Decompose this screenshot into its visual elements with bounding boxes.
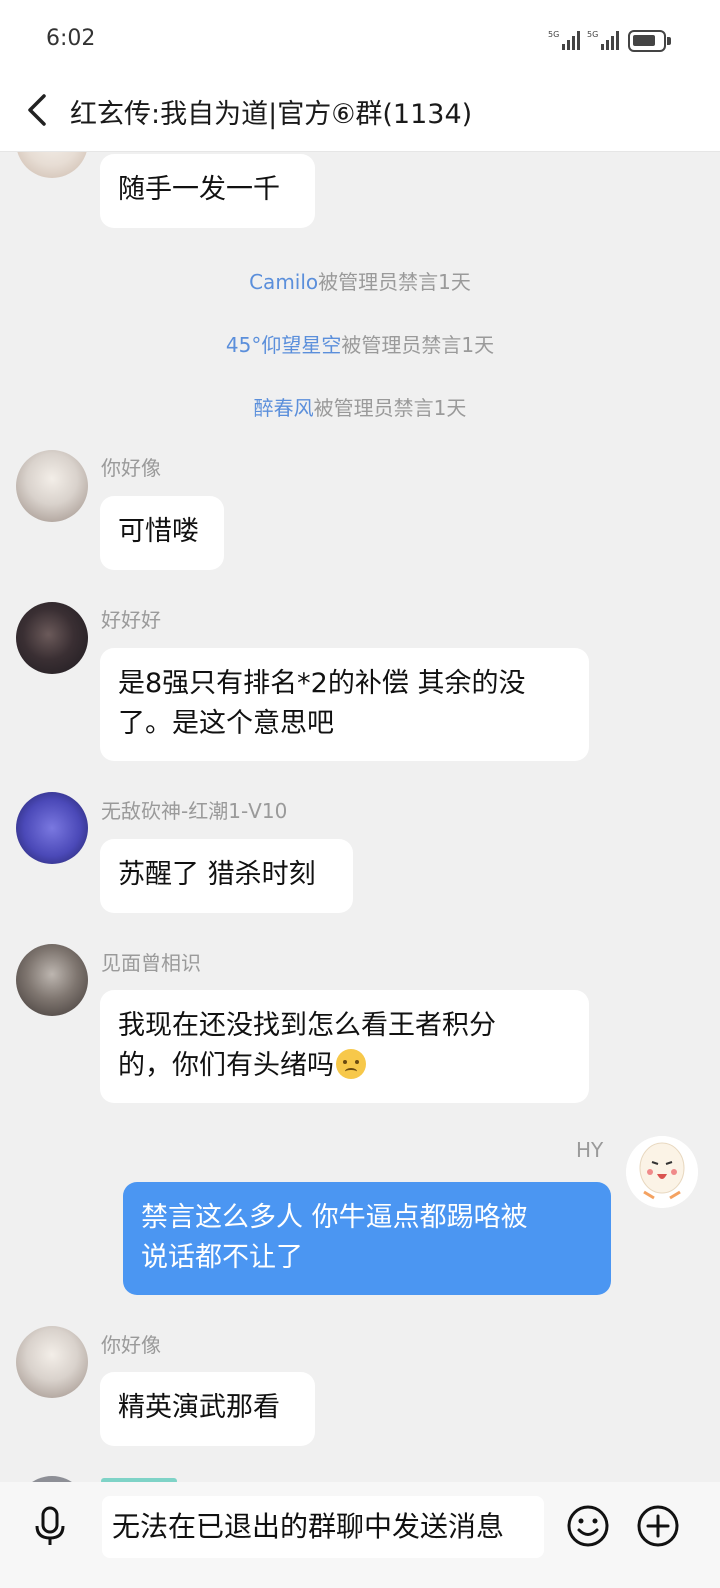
message-text: 的，你们有头绪吗 [118,1050,334,1081]
message-text-line: 说话都不让了 [141,1242,303,1273]
system-notice: 45°仰望星空被管理员禁言1天 [0,329,720,358]
status-bar: 6:02 5G 5G [0,0,720,78]
sender-name[interactable]: 好好好 [101,604,161,633]
signal-icon-2: 5G [587,30,619,50]
sender-name[interactable]: 见面曾相识 [101,947,201,976]
message-text: 精英演武那看 [118,1392,280,1423]
battery-icon [628,30,671,52]
message-text-line: 是8强只有排名*2的补偿 其余的没 [118,668,526,699]
system-notice: Camilo被管理员禁言1天 [0,266,720,295]
avatar[interactable] [16,944,88,1016]
clock: 6:02 [46,26,96,51]
message-bubble[interactable]: 可惜喽 [100,496,224,570]
avatar[interactable] [16,450,88,522]
back-arrow-icon[interactable] [18,90,58,130]
message-bubble-own[interactable]: 禁言这么多人 你牛逼点都踢咯被 说话都不让了 [123,1182,611,1295]
message-text-line: 我现在还没找到怎么看王者积分 [118,1010,496,1041]
message-text-line: 禁言这么多人 你牛逼点都踢咯被 [141,1202,528,1233]
sender-name[interactable]: 无敌砍神-红潮1-V10 [101,795,287,824]
group-title: 红玄传:我自为道|官方⑥群(1134) [70,99,473,130]
chat-header: 红玄传:我自为道|官方⑥群(1134) [0,78,720,152]
muted-user-name[interactable]: 45°仰望星空 [226,333,341,357]
message-list[interactable]: 随手一发一千 Camilo被管理员禁言1天 45°仰望星空被管理员禁言1天 醉春… [0,152,720,1482]
sender-name[interactable]: 你好像 [101,452,161,481]
sender-name[interactable]: 你好像 [101,1329,161,1358]
avatar[interactable] [16,152,88,178]
smiley-icon[interactable] [566,1504,610,1548]
avatar[interactable] [16,1326,88,1398]
message-bubble[interactable]: 苏醒了 猎杀时刻 [100,839,353,913]
notice-text: 被管理员禁言1天 [318,270,471,294]
message-bubble[interactable]: 随手一发一千 [100,154,315,228]
svg-text:5G: 5G [587,30,598,39]
message-text-line: 了。是这个意思吧 [118,708,334,739]
message-input[interactable]: 无法在已退出的群聊中发送消息 [102,1496,544,1558]
plus-icon[interactable] [636,1504,680,1548]
avatar[interactable] [626,1136,698,1208]
signal-icon: 5G [548,30,580,50]
message-text: 苏醒了 猎杀时刻 [118,859,316,890]
notice-text: 被管理员禁言1天 [313,396,467,420]
avatar[interactable] [16,602,88,674]
muted-user-name[interactable]: 醉春风 [254,396,314,420]
avatar[interactable] [16,792,88,864]
message-bubble[interactable]: 精英演武那看 [100,1372,315,1446]
sweat-smile-icon [336,1049,366,1079]
notice-text: 被管理员禁言1天 [341,333,495,357]
message-text-line: 的，你们有头绪吗 [118,1046,571,1086]
muted-user-name[interactable]: Camilo [249,270,318,294]
sender-name[interactable]: HY [576,1138,603,1162]
input-bar: 无法在已退出的群聊中发送消息 [0,1482,720,1588]
svg-text:5G: 5G [548,30,559,39]
message-text: 随手一发一千 [118,174,280,205]
system-notice: 醉春风被管理员禁言1天 [0,392,720,421]
message-bubble[interactable]: 我现在还没找到怎么看王者积分 的，你们有头绪吗 [100,990,589,1103]
message-text: 可惜喽 [118,516,199,547]
microphone-icon[interactable] [28,1504,72,1548]
message-bubble[interactable]: 是8强只有排名*2的补偿 其余的没 了。是这个意思吧 [100,648,589,761]
